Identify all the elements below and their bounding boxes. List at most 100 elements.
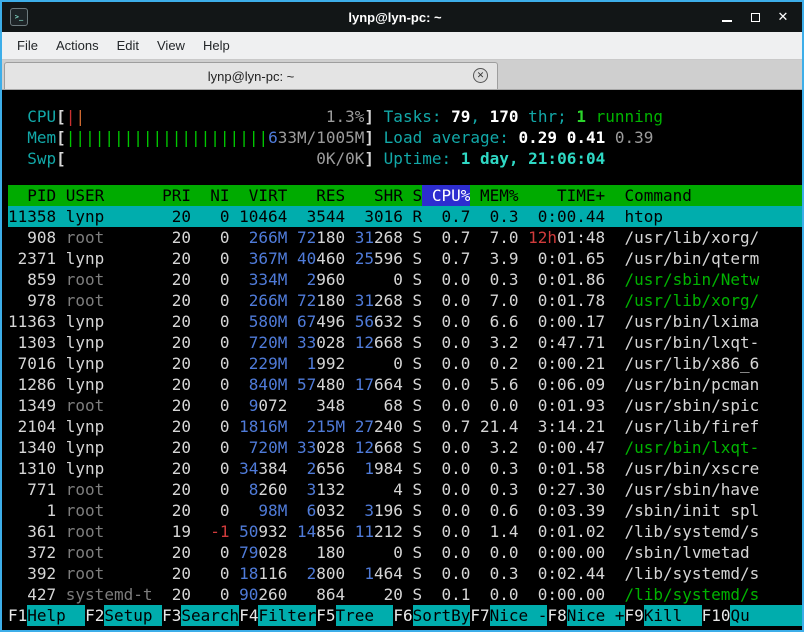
meter-label: Swp [8,148,56,169]
text-segment: 028 [316,438,345,457]
menu-item-help[interactable]: Help [194,34,239,57]
menu-item-edit[interactable]: Edit [108,34,148,57]
process-row-361[interactable]: 361root19-1509321485611212S0.01.40:01.02… [8,521,802,542]
process-row-11363[interactable]: 11363lynp200580M6749656632S0.06.60:00.17… [8,311,802,332]
process-row-1303[interactable]: 1303lynp200720M3302812668S0.03.20:47.71/… [8,332,802,353]
column-header-virt[interactable]: VIRT [230,185,288,206]
text-segment: 25 [355,249,374,268]
process-row-2371[interactable]: 2371lynp200367M4046025596S0.73.90:01.65/… [8,248,802,269]
meter-value: 633M/1005M [268,127,364,148]
text-segment: S [413,459,423,478]
maximize-icon[interactable] [744,6,766,28]
menu-item-view[interactable]: View [148,34,194,57]
text-segment: 0.0 [441,270,470,289]
fkey-f1[interactable]: F1Help [8,605,85,626]
text-segment: 0.29 [519,128,567,147]
column-header-pid[interactable]: PID [8,185,56,206]
text-segment: 0 [220,396,230,415]
close-icon[interactable]: ✕ [772,6,794,28]
meter-bracket: [ [56,106,66,127]
text-segment: 34 [239,459,258,478]
process-row-908[interactable]: 908root200266M7218031268S0.77.012h01:48/… [8,227,802,248]
fkey-f7[interactable]: F7Nice - [470,605,547,626]
process-row-771[interactable]: 771root200826031324S0.00.30:27.30/usr/sb… [8,479,802,500]
text-segment: 0 [220,480,230,499]
text-segment: 21.4 [480,417,519,436]
text-segment: 072 [258,396,287,415]
text-segment: 1.4 [490,522,519,541]
text-segment: 2 [307,270,317,289]
fkey-f3[interactable]: F3Search [162,605,239,626]
meter-fill: ||||||||||||||||||||| [66,127,268,148]
terminal-screen[interactable]: CPU[||1.3%]Mem[|||||||||||||||||||||633M… [2,90,802,630]
column-header-user[interactable]: USER [66,185,153,206]
fkey-f4[interactable]: F4Filter [239,605,316,626]
text-segment: | [66,107,76,126]
text-segment: /usr/bin/pcman [624,375,759,394]
text-segment: 771 [27,480,56,499]
column-header-time[interactable]: TIME+ [519,185,606,206]
text-segment: 12h [528,228,557,247]
process-row-427[interactable]: 427systemd-t2009026086420S0.10.00:00.00/… [8,584,802,605]
fkey-f6[interactable]: F6SortBy [393,605,470,626]
process-row-7016[interactable]: 7016lynp200229M19920S0.00.20:00.21/usr/l… [8,353,802,374]
text-segment: 2371 [18,249,57,268]
titlebar[interactable]: >_ lynp@lyn-pc: ~ ✕ [2,2,802,32]
tab-label: lynp@lyn-pc: ~ [208,69,295,84]
text-segment: 19 [172,522,191,541]
process-row-11358[interactable]: 11358lynp2001046435443016R0.70.30:00.44h… [8,206,802,227]
meter-fill: || [66,106,326,127]
fkey-f9[interactable]: F9Kill [625,605,702,626]
column-header-mem[interactable]: MEM% [470,185,518,206]
menu-item-file[interactable]: File [8,34,47,57]
text-segment: 212 [374,522,403,541]
menu-item-actions[interactable]: Actions [47,34,108,57]
fkey-f5[interactable]: F5Tree [316,605,393,626]
text-segment: 7016 [18,354,57,373]
column-header-shr[interactable]: SHR [345,185,403,206]
process-row-1[interactable]: 1root20098M60323196S0.00.60:03.39/sbin/i… [8,500,802,521]
column-header-cpu[interactable]: CPU% [422,185,470,206]
fkey-f2[interactable]: F2Setup [85,605,162,626]
text-segment: 33 [297,438,316,457]
process-row-1310[interactable]: 1310lynp2003438426561984S0.00.30:01.58/u… [8,458,802,479]
text-segment: 6 [307,501,317,520]
meter-swp: Swp[0K/0K] [8,148,374,169]
column-header-res[interactable]: RES [287,185,345,206]
process-row-372[interactable]: 372root200790281800S0.00.00:00.00/sbin/l… [8,542,802,563]
meter-bracket: ] [364,148,374,169]
process-row-978[interactable]: 978root200266M7218031268S0.07.00:01.78/u… [8,290,802,311]
column-header-command[interactable]: Command [605,185,802,206]
text-segment: 20 [172,270,191,289]
column-header-s[interactable]: S [403,185,422,206]
meter-label: Mem [8,127,56,148]
text-segment: 0:03.39 [538,501,605,520]
column-header-ni[interactable]: NI [191,185,230,206]
text-segment: 20 [172,564,191,583]
text-segment: 984 [374,459,403,478]
text-segment: 0 [220,207,230,226]
text-segment: 20 [172,543,191,562]
text-segment: 0.0 [441,312,470,331]
htop-header-area: CPU[||1.3%]Mem[|||||||||||||||||||||633M… [8,106,802,169]
text-segment: 3 [307,480,317,499]
text-segment: R [413,207,423,226]
process-row-1349[interactable]: 1349root200907234868S0.00.00:01.93/usr/s… [8,395,802,416]
maximize-glyph [751,13,760,22]
text-segment: 266M [249,228,288,247]
text-segment: S [413,564,423,583]
process-row-1340[interactable]: 1340lynp200720M3302812668S0.03.20:00.47/… [8,437,802,458]
process-table-header: PID USERPRINIVIRTRESSHRSCPU%MEM%TIME+Comm… [8,185,802,206]
process-row-392[interactable]: 392root2001811628001464S0.00.30:02.44/li… [8,563,802,584]
tab-active[interactable]: lynp@lyn-pc: ~ ✕ [4,62,498,89]
minimize-icon[interactable] [716,6,738,28]
process-row-859[interactable]: 859root200334M29600S0.00.30:01.86/usr/sb… [8,269,802,290]
fkey-f8[interactable]: F8Nice + [547,605,624,626]
process-row-1286[interactable]: 1286lynp200840M5748017664S0.05.60:06.09/… [8,374,802,395]
fkey-f10[interactable]: F10Qu [702,605,802,626]
text-segment: 0:00.47 [538,438,605,457]
terminal-window: >_ lynp@lyn-pc: ~ ✕ FileActionsEditViewH… [0,0,804,632]
process-row-2104[interactable]: 2104lynp2001816M215M27240S0.721.43:14.21… [8,416,802,437]
tab-close-icon[interactable]: ✕ [473,68,488,83]
column-header-pri[interactable]: PRI [152,185,191,206]
